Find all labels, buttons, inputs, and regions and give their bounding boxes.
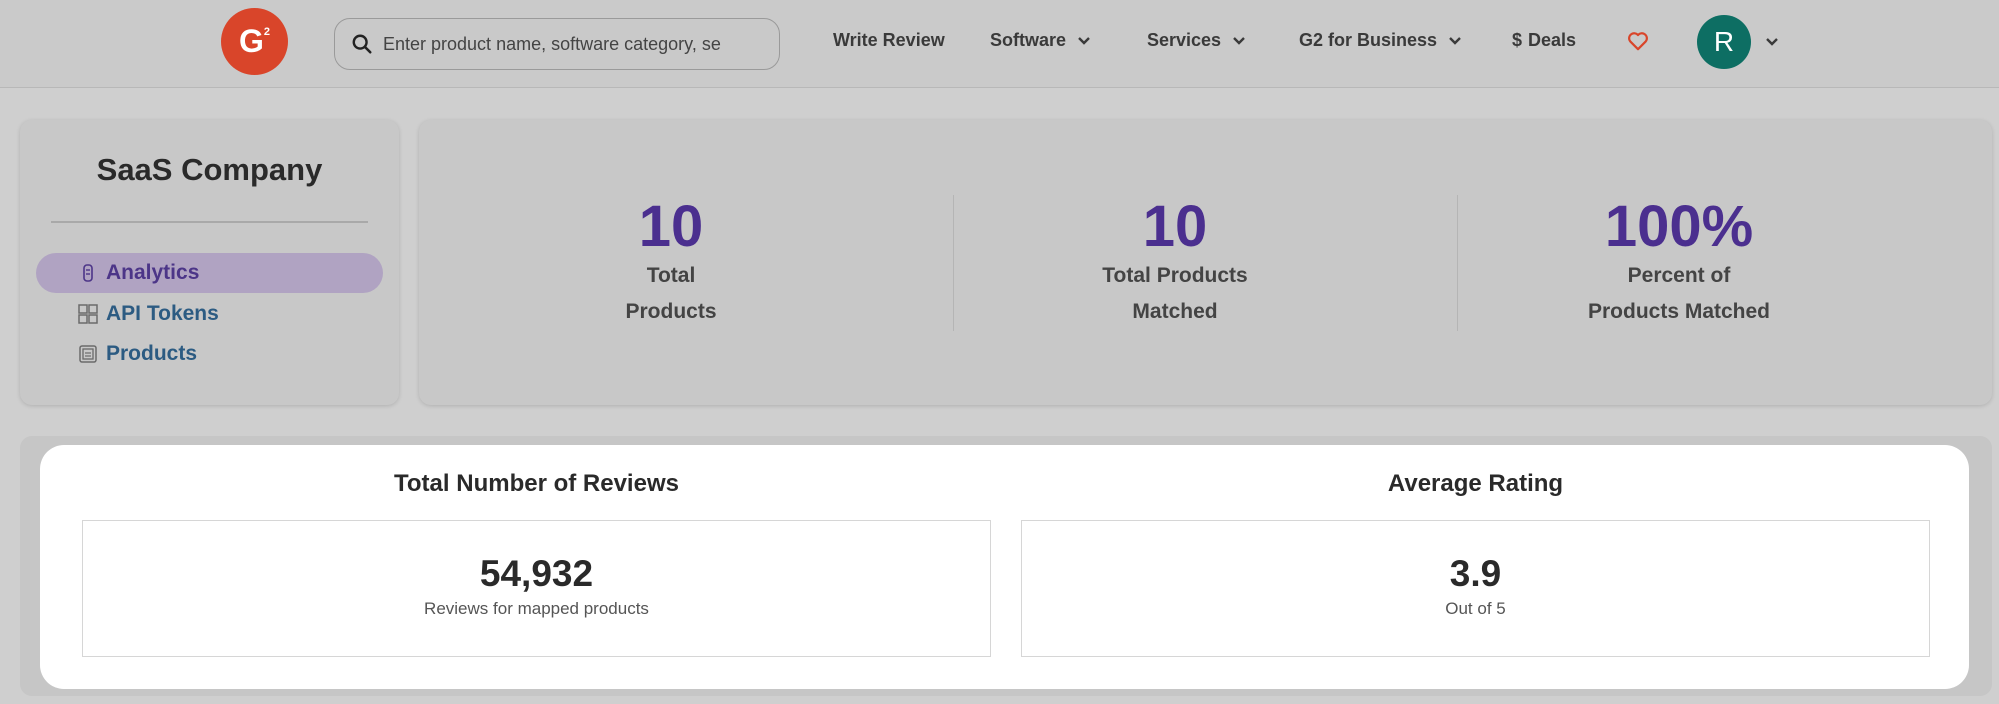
stat-total-products: 10 Total Products [419, 198, 923, 330]
search-input[interactable] [383, 33, 733, 55]
nav-software[interactable]: Software [990, 30, 1090, 51]
dollar-icon: $ [1512, 30, 1523, 50]
g2-logo[interactable]: G2 [221, 8, 288, 75]
sidebar: SaaS Company Analytics API Tokens Produc… [20, 120, 399, 405]
sidebar-item-analytics[interactable]: Analytics [36, 253, 383, 293]
sidebar-divider [51, 221, 368, 223]
chevron-down-icon[interactable] [1766, 38, 1778, 46]
analytics-icon [83, 264, 93, 282]
nav-g2-for-business-label: G2 for Business [1299, 30, 1438, 50]
products-icon [79, 345, 97, 363]
search-icon [352, 34, 372, 54]
rating-box: 3.9 Out of 5 [1021, 520, 1930, 657]
nav-deals[interactable]: $ Deals [1512, 30, 1576, 51]
avatar-initial: R [1713, 26, 1735, 57]
nav-software-label: Software [990, 30, 1067, 50]
grid-icon [78, 304, 98, 324]
logo-letter: G [238, 23, 264, 59]
top-navbar: G2 Write Review Software Services G2 for… [0, 0, 1999, 88]
rating-caption: Out of 5 [1445, 599, 1506, 618]
stat-label-line1: Percent of [1627, 264, 1731, 287]
rating-title: Average Rating [1387, 470, 1564, 497]
stat-total-products-matched: 10 Total Products Matched [923, 198, 1427, 330]
stat-value: 100% [1604, 194, 1754, 259]
sidebar-item-label: Analytics [106, 261, 200, 284]
chevron-down-icon [1078, 36, 1090, 45]
stat-label-line2: Matched [1132, 300, 1218, 323]
sidebar-item-api-tokens[interactable]: API Tokens [36, 294, 383, 334]
nav-g2-for-business[interactable]: G2 for Business [1299, 30, 1461, 51]
sidebar-item-label: Products [106, 342, 198, 365]
stat-label-line2: Products [625, 300, 717, 323]
nav-write-review-label: Write Review [833, 30, 945, 50]
company-name: SaaS Company [96, 152, 323, 187]
chevron-down-icon [1233, 36, 1245, 45]
chevron-down-icon [1449, 36, 1461, 45]
reviews-box: 54,932 Reviews for mapped products [82, 520, 991, 657]
reviews-caption: Reviews for mapped products [424, 599, 649, 618]
metrics-card: Total Number of Reviews 54,932 Reviews f… [40, 445, 1969, 689]
sidebar-item-products[interactable]: Products [36, 334, 383, 374]
stat-value: 10 [638, 194, 704, 259]
reviews-title: Total Number of Reviews [394, 470, 679, 497]
nav-write-review[interactable]: Write Review [833, 30, 945, 51]
nav-services-label: Services [1147, 30, 1222, 50]
heart-icon[interactable] [1627, 31, 1649, 51]
nav-deals-label: Deals [1528, 30, 1577, 50]
stat-label-line1: Total Products [1102, 264, 1248, 287]
search-bar[interactable] [334, 18, 780, 70]
stat-percent-matched: 100% Percent of Products Matched [1427, 198, 1931, 330]
logo-superscript: 2 [263, 25, 270, 38]
stat-label-line1: Total [646, 264, 696, 287]
stat-label-line2: Products Matched [1587, 300, 1771, 323]
user-avatar[interactable]: R [1697, 15, 1751, 69]
rating-value: 3.9 [1449, 553, 1502, 594]
summary-stats-panel: 10 Total Products 10 Total Products Matc… [419, 120, 1992, 405]
reviews-count: 54,932 [479, 553, 594, 594]
stat-value: 10 [1142, 194, 1208, 259]
sidebar-item-label: API Tokens [106, 302, 219, 325]
nav-services[interactable]: Services [1147, 30, 1245, 51]
